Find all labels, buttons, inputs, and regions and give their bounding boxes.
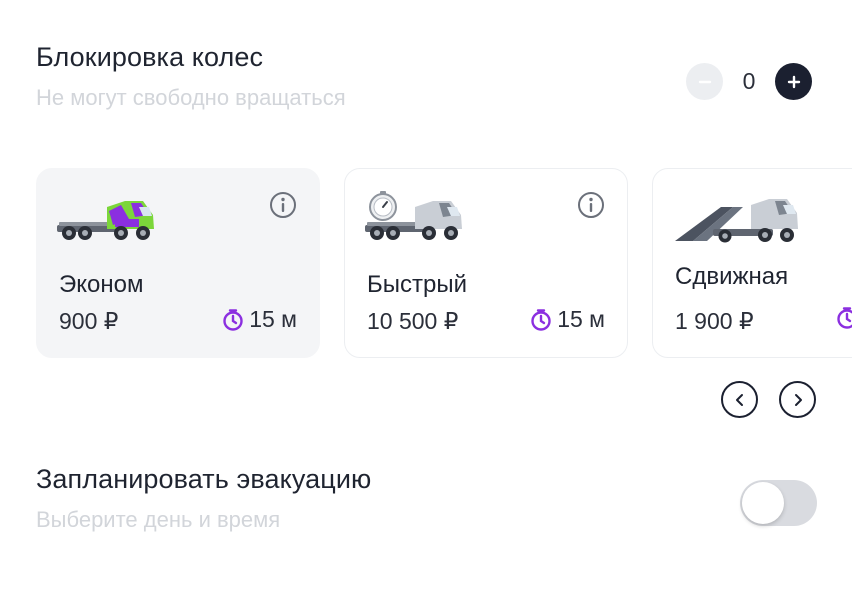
tariff-time-value: 15 м xyxy=(557,306,605,332)
tariff-card-fast[interactable]: Быстрый 10 500 ₽ 15 м xyxy=(344,168,628,358)
tariff-name: Сдвижная xyxy=(675,263,789,290)
schedule-section: Запланировать эвакуацию Выберите день и … xyxy=(36,464,371,533)
stopwatch-icon xyxy=(223,308,243,331)
wheel-lock-count: 0 xyxy=(742,68,756,94)
wheel-lock-subtitle: Не могут свободно вращаться xyxy=(36,85,346,110)
info-icon[interactable] xyxy=(269,191,297,219)
tariff-price: 10 500 ₽ xyxy=(367,308,459,334)
schedule-toggle[interactable] xyxy=(740,480,817,526)
carousel-prev-button[interactable] xyxy=(721,381,758,418)
chevron-right-icon xyxy=(794,393,802,406)
stopwatch-icon xyxy=(837,307,852,329)
tow-truck-purple-icon xyxy=(57,201,154,240)
wheel-lock-section: Блокировка колес Не могут свободно враща… xyxy=(36,42,346,111)
tariff-price: 900 ₽ xyxy=(59,308,119,334)
tariff-price: 1 900 ₽ xyxy=(675,308,754,334)
tow-truck-stopwatch-icon xyxy=(365,191,462,240)
schedule-title: Запланировать эвакуацию xyxy=(36,464,372,494)
toggle-knob xyxy=(742,482,784,524)
minus-icon xyxy=(698,80,711,83)
tariff-card-econom[interactable]: Эконом 900 ₽ 15 м xyxy=(36,168,320,358)
stopwatch-icon xyxy=(531,308,551,331)
tariff-time: 15 м xyxy=(529,306,605,333)
wheel-lock-title: Блокировка колес xyxy=(36,42,264,72)
tow-order-panel: Блокировка колес Не могут свободно враща… xyxy=(0,0,852,590)
carousel-next-button[interactable] xyxy=(779,381,816,418)
tow-truck-sliding-platform-icon xyxy=(675,199,798,243)
tariff-name: Быстрый xyxy=(367,271,467,298)
tariff-carousel: Эконом 900 ₽ 15 м Быстрый 10 500 ₽ 15 м … xyxy=(36,168,852,360)
tariff-time-value: 15 м xyxy=(249,306,297,332)
decrement-button[interactable] xyxy=(686,63,723,100)
wheel-lock-stepper: 0 xyxy=(686,63,812,100)
schedule-subtitle: Выберите день и время xyxy=(36,507,281,532)
chevron-left-icon xyxy=(735,393,743,406)
tariff-card-sliding[interactable]: Сдвижная 1 900 ₽ xyxy=(652,168,852,358)
info-icon[interactable] xyxy=(577,191,605,219)
tariff-time: 15 м xyxy=(221,306,297,333)
increment-button[interactable] xyxy=(775,63,812,100)
plus-icon xyxy=(787,75,800,88)
tariff-name: Эконом xyxy=(59,271,144,298)
tariff-time xyxy=(835,306,852,330)
